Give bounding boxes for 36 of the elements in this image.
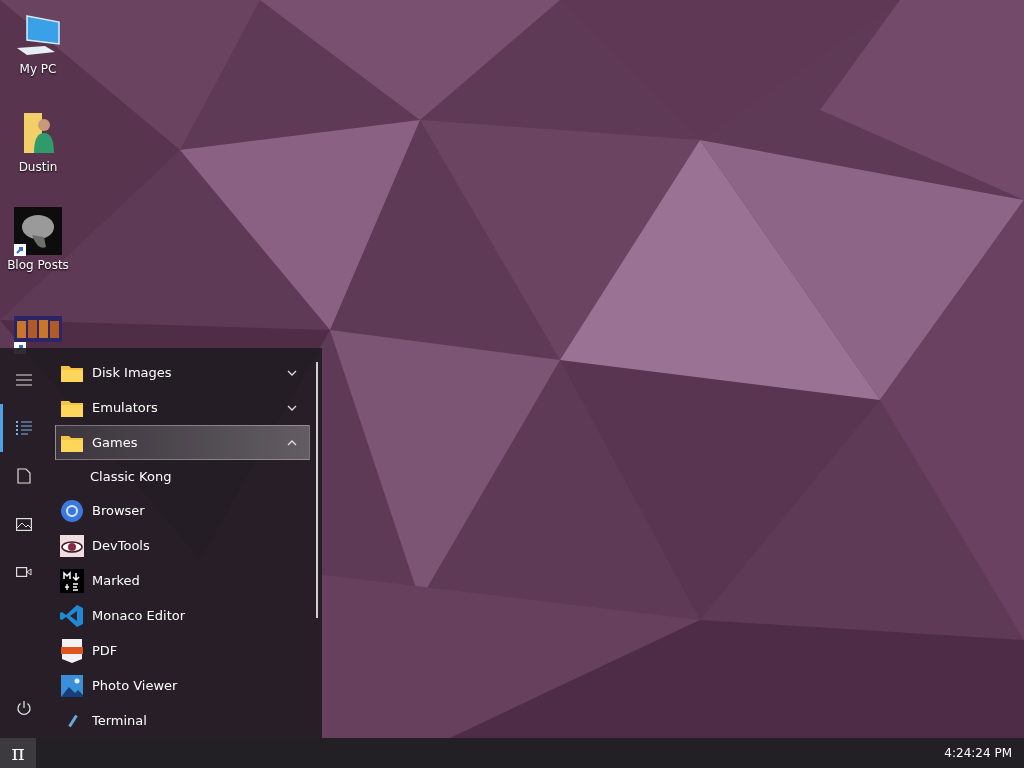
list-icon [16,420,32,436]
desktop-icon-label[interactable]: Dustin [18,160,58,174]
image-icon [16,517,32,531]
folder-icon [60,398,84,417]
pdf-icon [60,638,84,663]
app-list-item[interactable]: Monaco Editor [55,598,310,633]
game-logo-icon[interactable] [14,316,62,342]
start-button[interactable]: π [0,738,36,768]
brain-scan-icon[interactable] [14,207,62,255]
app-list-item[interactable]: Marked [55,563,310,598]
desktop-icon-label[interactable]: Blog Posts [7,258,69,272]
terminal-icon [68,713,78,728]
markdown-icon [60,568,84,593]
app-list-item[interactable]: DevTools [55,528,310,563]
folder-icon [60,433,84,452]
app-list-item[interactable]: Browser [55,493,310,528]
clock: 4:24:24 PM [944,746,1013,760]
app-list-item[interactable]: Terminal [55,703,310,738]
power-icon [16,700,32,716]
browser-icon [60,499,84,522]
computer-icon[interactable] [15,14,61,56]
app-list-item[interactable]: Games [55,425,310,460]
photo-viewer-icon [60,674,84,697]
desktop-icon-label[interactable]: My PC [19,62,57,76]
folder-icon [60,363,84,382]
eye-icon [60,534,84,557]
menu-icon [16,374,32,386]
video-camera-icon [16,567,32,577]
app-list-item[interactable]: PDF [55,633,310,668]
app-list-item[interactable]: Photo Viewer [55,668,310,703]
code-editor-icon [60,603,84,628]
document-icon [17,468,31,484]
app-list-item[interactable]: Disk Images [55,355,310,390]
app-list-item[interactable]: Emulators [55,390,310,425]
app-list-item[interactable]: Classic Kong [48,460,310,493]
scrollbar[interactable] [316,362,318,618]
